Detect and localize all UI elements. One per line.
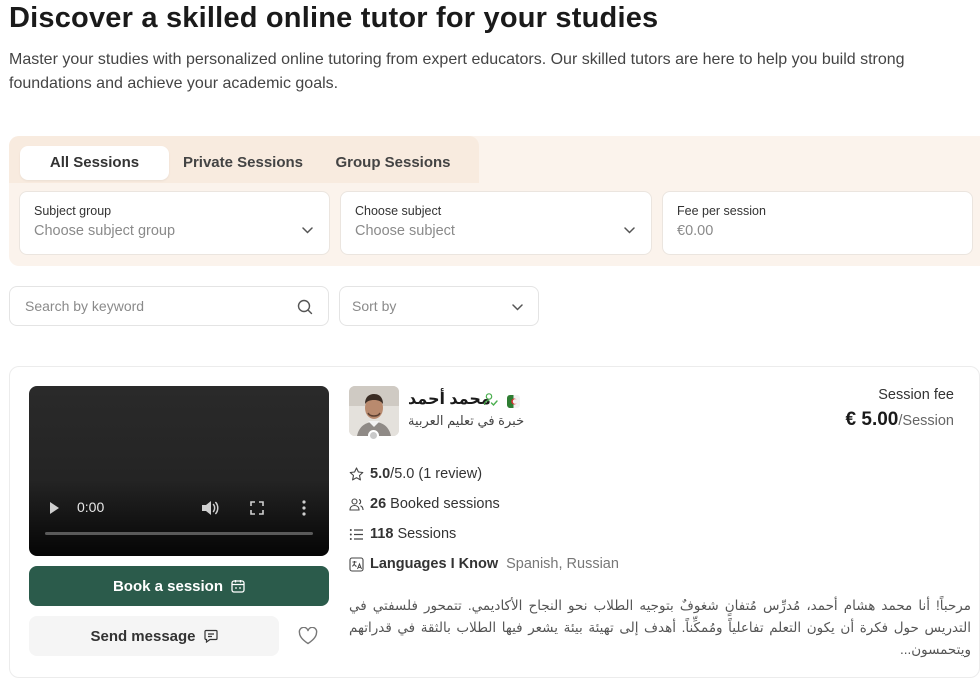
subject-group-value: Choose subject group	[34, 223, 176, 239]
book-session-button[interactable]: Book a session	[29, 566, 329, 606]
tutor-avatar[interactable]	[349, 386, 399, 436]
tab-group-sessions[interactable]: Group Sessions	[319, 146, 467, 180]
session-fee-amount: € 5.00	[845, 409, 899, 430]
more-vertical-icon[interactable]	[302, 500, 306, 516]
sort-placeholder: Sort by	[352, 298, 397, 314]
tutor-tagline: خبرة في تعليم العربية	[408, 413, 525, 428]
booked-label: Booked sessions	[390, 496, 500, 512]
fee-label: Fee per session	[677, 204, 766, 218]
sessions-stat: 118 Sessions	[349, 526, 456, 542]
chevron-down-icon	[302, 227, 313, 234]
tutor-name[interactable]: محمد أحمد	[408, 389, 491, 409]
rating-value: 5.0	[370, 466, 391, 482]
star-icon	[349, 466, 364, 480]
avatar-photo	[349, 386, 399, 436]
send-message-button[interactable]: Send message	[29, 616, 279, 656]
subject-label: Choose subject	[355, 204, 442, 218]
session-fee-unit: /Session	[898, 413, 954, 429]
sort-select[interactable]: Sort by	[339, 286, 539, 326]
chat-icon	[203, 629, 218, 643]
search-input[interactable]	[25, 287, 285, 325]
rating-suffix: /5.0 (1 review)	[390, 466, 483, 482]
fullscreen-icon[interactable]	[250, 501, 264, 515]
heart-icon[interactable]	[298, 627, 318, 645]
subject-select[interactable]: Choose subject Choose subject	[340, 191, 652, 255]
tutor-bio: مرحباً! أنا محمد هشام أحمد، مُدرِّس مُتف…	[349, 598, 971, 657]
intro-video-player[interactable]: 0:00	[29, 386, 329, 556]
page-title: Discover a skilled online tutor for your…	[9, 2, 659, 34]
sessions-label: Sessions	[397, 526, 457, 542]
book-session-label: Book a session	[112, 577, 224, 595]
send-message-label: Send message	[90, 627, 196, 645]
online-status-dot	[368, 430, 379, 441]
session-tabs: All Sessions Private Sessions Group Sess…	[9, 136, 479, 183]
language-icon	[349, 556, 364, 572]
booked-count: 26	[370, 496, 387, 512]
video-time: 0:00	[77, 499, 105, 515]
subject-value: Choose subject	[355, 223, 455, 239]
subject-group-select[interactable]: Subject group Choose subject group	[19, 191, 330, 255]
booked-sessions-stat: 26 Booked sessions	[349, 496, 500, 512]
search-box	[9, 286, 329, 326]
chevron-down-icon	[624, 227, 635, 234]
session-fee: € 5.00/Session	[846, 409, 954, 431]
fee-input[interactable]: Fee per session €0.00	[662, 191, 973, 255]
tab-private-sessions[interactable]: Private Sessions	[169, 146, 317, 180]
calendar-icon	[231, 580, 245, 593]
sessions-count: 118	[370, 526, 394, 542]
flag-icon	[507, 395, 520, 408]
languages-stat: Languages I Know Spanish, Russian	[349, 556, 619, 572]
search-icon[interactable]	[297, 299, 313, 315]
fee-value: €0.00	[677, 223, 714, 239]
chevron-down-icon	[512, 304, 523, 311]
rating-stat: 5.0/5.0 (1 review)	[349, 466, 482, 482]
play-icon[interactable]	[50, 502, 59, 514]
video-progress-track[interactable]	[45, 532, 313, 535]
languages-value: Spanish, Russian	[506, 556, 619, 572]
tab-all-sessions[interactable]: All Sessions	[20, 146, 169, 180]
volume-icon[interactable]	[201, 500, 219, 516]
list-icon	[349, 528, 363, 540]
users-icon	[349, 497, 364, 511]
session-fee-label: Session fee	[878, 387, 954, 403]
verified-user-icon	[483, 393, 498, 407]
page-subtitle: Master your studies with personalized on…	[9, 51, 905, 92]
languages-label: Languages I Know	[370, 556, 499, 572]
subject-group-label: Subject group	[34, 204, 112, 218]
